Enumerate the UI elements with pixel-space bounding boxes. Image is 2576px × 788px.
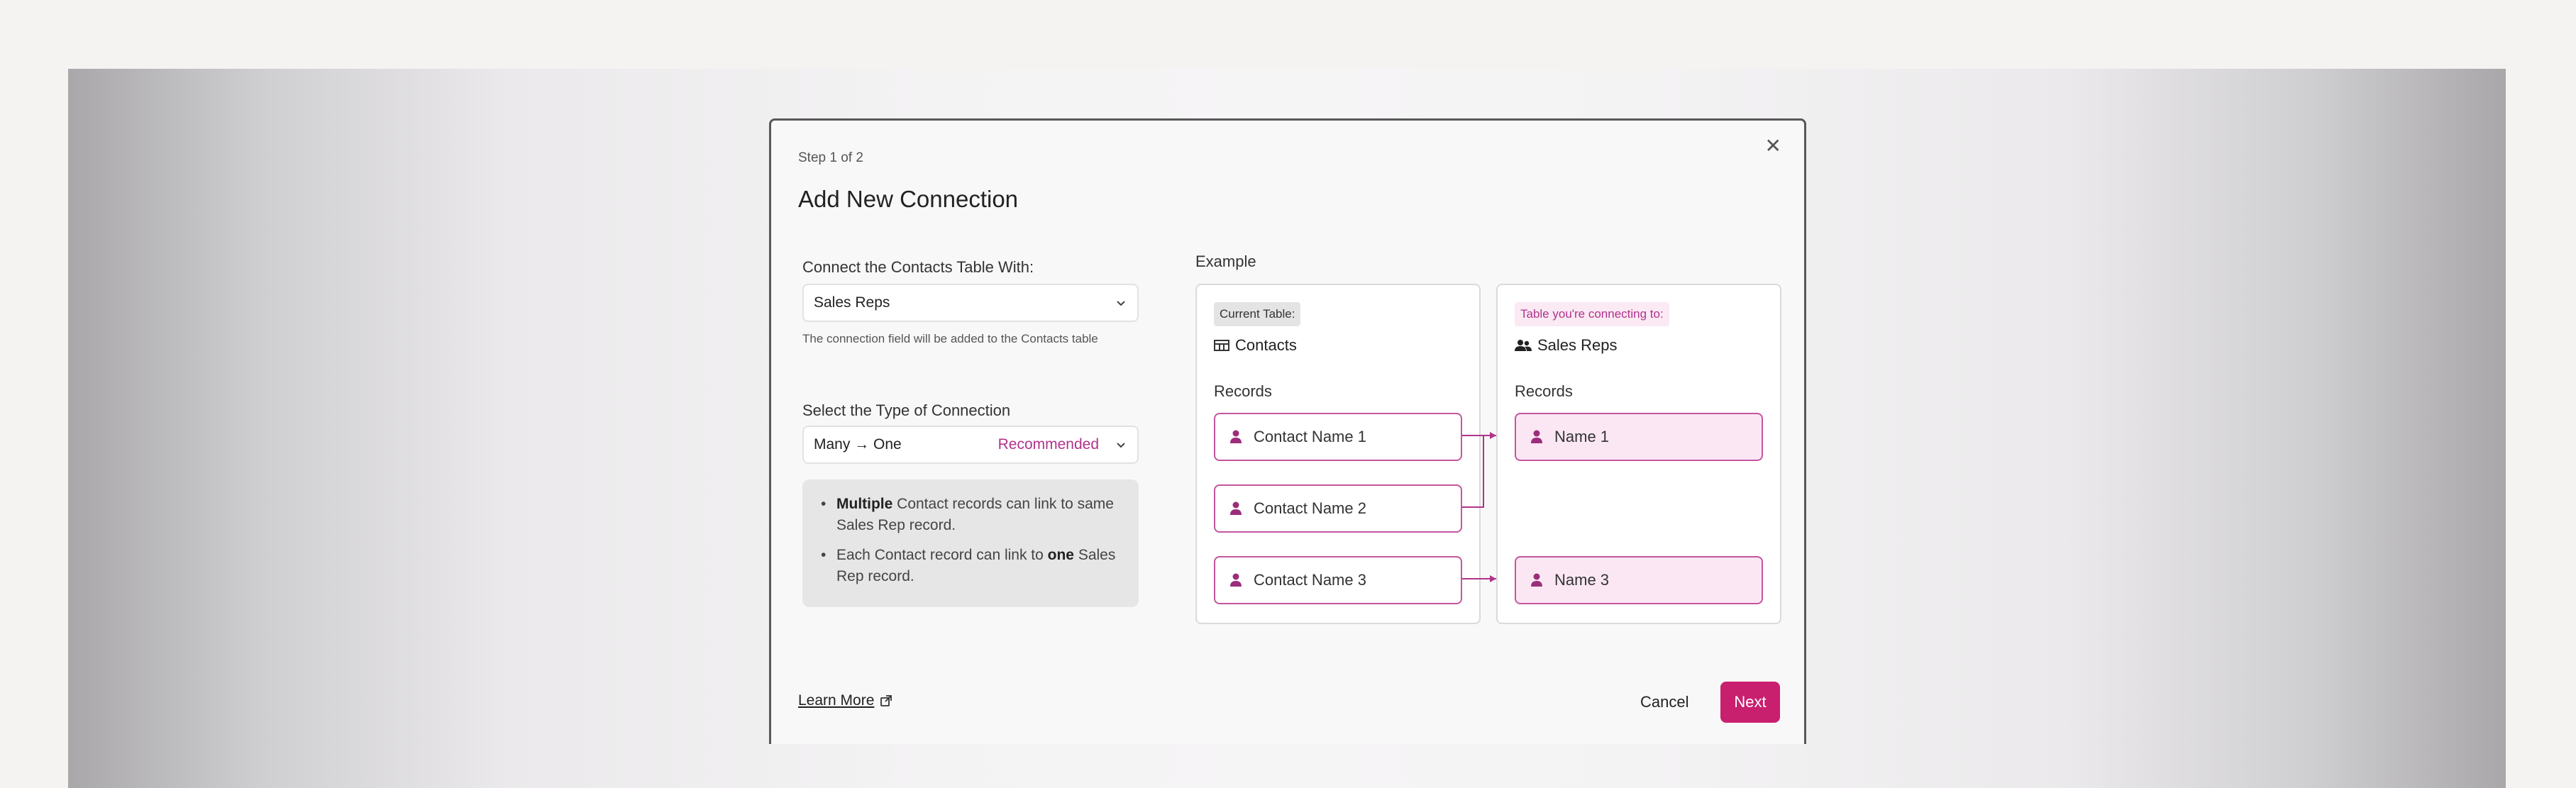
users-icon	[1515, 340, 1532, 351]
contact-record-3: Contact Name 3	[1214, 556, 1462, 604]
sales-rep-record-1: Name 1	[1515, 413, 1763, 461]
connection-type-label: Select the Type of Connection	[802, 401, 1011, 419]
person-icon	[1531, 430, 1542, 443]
info-item-one: Each Contact record can link to one Sale…	[821, 545, 1124, 587]
target-table-chip: Table you're connecting to:	[1515, 302, 1669, 326]
target-table-name: Sales Reps	[1515, 336, 1618, 355]
current-table-panel: Current Table: Contacts Records Contact …	[1195, 284, 1481, 624]
external-link-icon	[880, 695, 892, 706]
connect-table-value: Sales Reps	[814, 294, 890, 311]
person-icon	[1230, 430, 1242, 443]
table-icon	[1214, 340, 1229, 351]
add-connection-modal: ✕ Step 1 of 2 Add New Connection Connect…	[769, 118, 1806, 744]
person-icon	[1531, 573, 1542, 587]
step-indicator: Step 1 of 2	[798, 150, 863, 165]
connect-table-label: Connect the Contacts Table With:	[802, 258, 1034, 276]
modal-title: Add New Connection	[798, 186, 1019, 212]
close-icon[interactable]: ✕	[1765, 136, 1781, 156]
connect-table-hint: The connection field will be added to th…	[802, 332, 1098, 345]
person-icon	[1230, 573, 1242, 587]
connection-type-value: Many → One	[814, 436, 902, 453]
current-table-chip: Current Table:	[1214, 302, 1301, 326]
target-table-panel: Table you're connecting to: Sales Reps R…	[1496, 284, 1781, 624]
person-icon	[1230, 501, 1242, 515]
connection-type-select[interactable]: Many → One Recommended	[802, 426, 1139, 464]
recommended-badge: Recommended	[997, 436, 1099, 453]
info-item-multiple: Multiple Contact records can link to sam…	[821, 494, 1124, 536]
learn-more-link[interactable]: Learn More	[798, 692, 892, 709]
chevron-down-icon	[1117, 443, 1125, 448]
example-label: Example	[1195, 253, 1256, 270]
chevron-down-icon	[1117, 301, 1125, 306]
cancel-button[interactable]: Cancel	[1640, 682, 1688, 723]
next-button[interactable]: Next	[1720, 682, 1780, 723]
current-records-label: Records	[1214, 382, 1272, 400]
current-table-name: Contacts	[1214, 336, 1297, 355]
sales-rep-record-3: Name 3	[1515, 556, 1763, 604]
contact-record-2: Contact Name 2	[1214, 484, 1462, 533]
connection-info-box: Multiple Contact records can link to sam…	[802, 479, 1139, 607]
contact-record-1: Contact Name 1	[1214, 413, 1462, 461]
target-records-label: Records	[1515, 382, 1573, 400]
connect-table-select[interactable]: Sales Reps	[802, 284, 1139, 322]
